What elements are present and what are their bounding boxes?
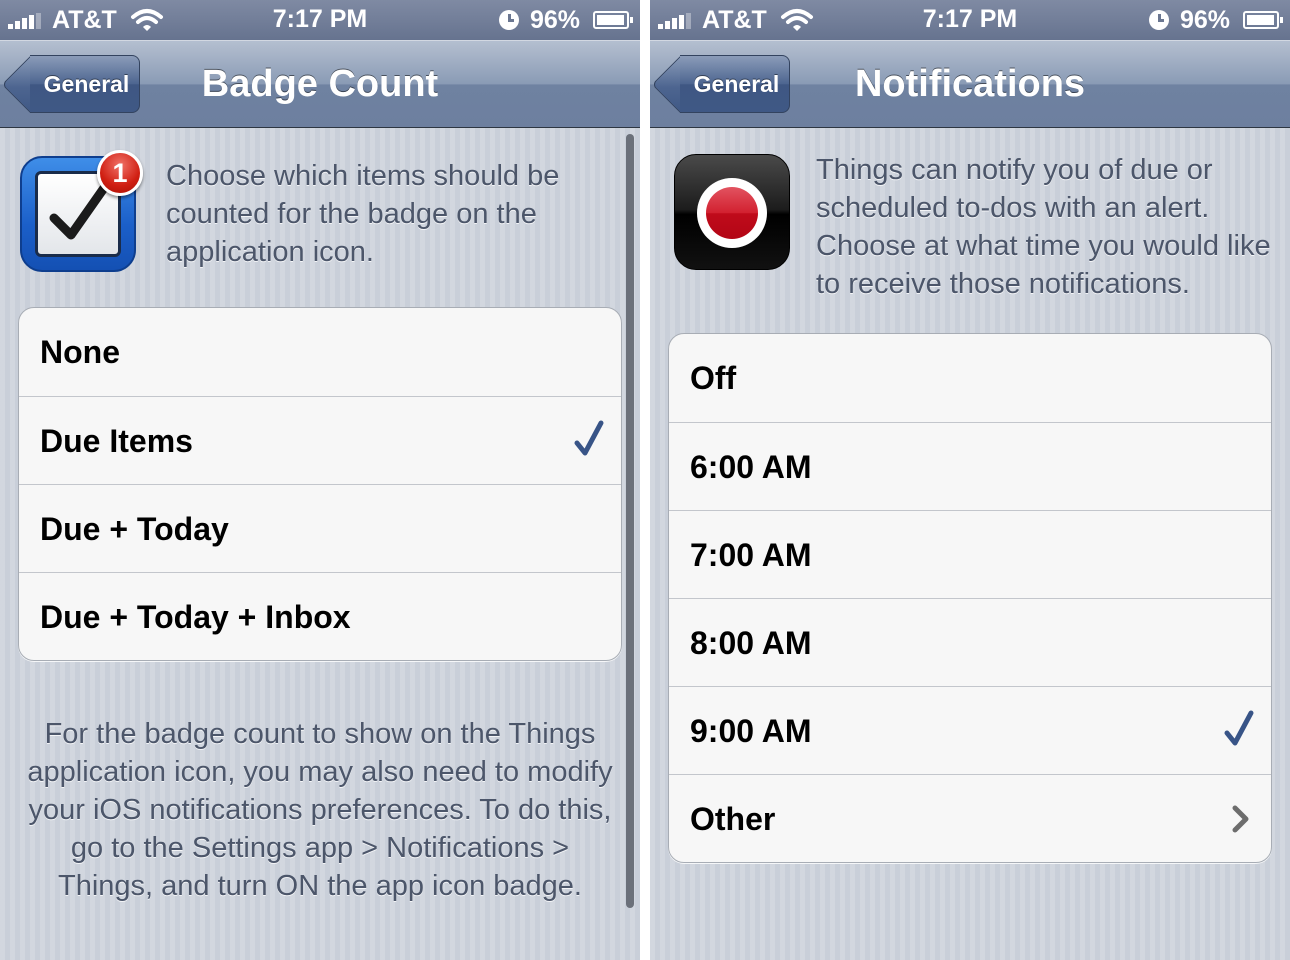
option-due-today[interactable]: Due + Today <box>19 484 621 572</box>
app-badge-count: 1 <box>97 150 143 196</box>
option-label: 9:00 AM <box>690 713 812 749</box>
page-title: Notifications <box>854 63 1086 105</box>
checkmark-icon <box>1224 710 1254 746</box>
back-button-general[interactable]: General <box>680 55 790 113</box>
option-9am[interactable]: 9:00 AM <box>669 686 1271 774</box>
status-bar: AT&T 7:17 PM 96% <box>650 0 1290 40</box>
badge-count-screen: AT&T 7:17 PM 96% General Badge Count 1 C… <box>0 0 640 960</box>
notifications-intro-text: Things can notify you of due or schedule… <box>816 154 1271 300</box>
notifications-screen: AT&T 7:17 PM 96% General Notifications T… <box>650 0 1290 960</box>
option-label: 6:00 AM <box>690 449 812 485</box>
back-button-label: General <box>43 71 130 97</box>
option-label: Off <box>690 360 737 396</box>
option-label: Other <box>690 801 776 837</box>
navigation-bar: General Badge Count <box>0 40 640 128</box>
option-label: 8:00 AM <box>690 625 812 661</box>
battery-icon <box>1243 11 1283 29</box>
battery-percentage: 96% <box>1180 6 1231 34</box>
clock-icon <box>1149 10 1169 30</box>
back-button-label: General <box>693 71 780 97</box>
notification-record-icon <box>674 154 790 270</box>
option-8am[interactable]: 8:00 AM <box>669 598 1271 686</box>
option-label: Due + Today + Inbox <box>40 599 351 635</box>
option-other[interactable]: Other <box>669 774 1271 862</box>
option-none[interactable]: None <box>19 308 621 396</box>
option-7am[interactable]: 7:00 AM <box>669 510 1271 598</box>
navigation-bar: General Notifications <box>650 40 1290 128</box>
checkbox-check-icon <box>49 183 109 240</box>
page-title: Badge Count <box>201 63 439 105</box>
status-bar: AT&T 7:17 PM 96% <box>0 0 640 40</box>
clock-icon <box>499 10 519 30</box>
option-due-items[interactable]: Due Items <box>19 396 621 484</box>
option-label: Due Items <box>40 423 193 459</box>
notification-time-list: Off 6:00 AM 7:00 AM 8:00 AM 9:00 AM Othe… <box>668 333 1272 863</box>
chevron-right-icon <box>1232 805 1249 833</box>
option-due-today-inbox[interactable]: Due + Today + Inbox <box>19 572 621 660</box>
option-label: None <box>40 334 120 370</box>
option-6am[interactable]: 6:00 AM <box>669 422 1271 510</box>
badge-footer-text: For the badge count to show on the Thing… <box>27 718 613 902</box>
option-off[interactable]: Off <box>669 334 1271 422</box>
battery-icon <box>593 11 633 29</box>
back-button-general[interactable]: General <box>30 55 140 113</box>
badge-intro-text: Choose which items should be counted for… <box>166 160 560 268</box>
scrollbar[interactable] <box>626 134 634 908</box>
badge-options-list: None Due Items Due + Today Due + Today +… <box>18 307 622 661</box>
battery-percentage: 96% <box>530 6 581 34</box>
option-label: 7:00 AM <box>690 537 812 573</box>
option-label: Due + Today <box>40 511 229 547</box>
checkmark-icon <box>574 420 604 456</box>
